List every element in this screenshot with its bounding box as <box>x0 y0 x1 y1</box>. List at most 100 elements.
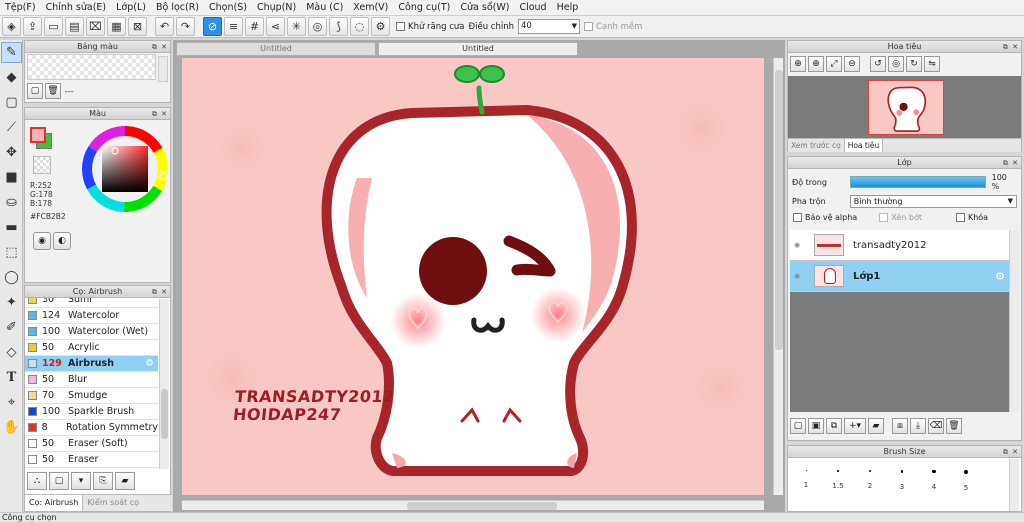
lasso-tool-icon[interactable]: ◯ <box>1 267 22 288</box>
brush-size-option[interactable]: 4 <box>918 470 950 492</box>
tab-brush-preview[interactable]: Xem trước cọ <box>788 139 844 152</box>
canvas-vertical-scrollbar[interactable] <box>773 58 783 495</box>
visibility-icon[interactable]: ◉ <box>790 272 804 280</box>
zoom-in-icon[interactable]: ⊕ <box>790 56 806 72</box>
new-layer-set-icon[interactable]: ⧉ <box>826 418 842 434</box>
undo-icon[interactable]: ↶ <box>155 17 174 36</box>
artwork-canvas[interactable]: TRANSADTY2012 HOIDAP247 <box>182 58 764 495</box>
comment-icon[interactable]: ▭ <box>44 17 63 36</box>
blend-select[interactable]: Bình thường ▼ <box>849 195 1017 208</box>
canvas-horizontal-scrollbar[interactable] <box>182 500 764 510</box>
protect-alpha-checkbox[interactable] <box>793 213 802 222</box>
gradient-tool-icon[interactable]: ▬ <box>1 217 22 238</box>
brush-copy-icon[interactable]: ⎘ <box>93 472 113 490</box>
soft-edge-checkbox[interactable] <box>583 22 593 31</box>
brush-folder-icon[interactable]: ▰ <box>115 472 135 490</box>
circle-snap-icon[interactable]: ◎ <box>308 17 327 36</box>
text-tool-icon[interactable]: T <box>1 367 22 388</box>
fill-rect-icon[interactable]: ■ <box>1 167 22 188</box>
opacity-slider[interactable] <box>849 176 986 188</box>
navigator-preview[interactable] <box>868 80 944 135</box>
rotate-left-icon[interactable]: ↺ <box>870 56 886 72</box>
line-tool-icon[interactable]: ⟋ <box>1 117 22 138</box>
brush-item[interactable]: 100 Sparkle Brush <box>25 404 158 420</box>
duplicate-layer-icon[interactable]: ⧈ <box>892 418 908 434</box>
brush-item[interactable]: 50 Blur <box>25 372 158 388</box>
brush-size-option[interactable]: 3 <box>886 470 918 492</box>
brush-size-option[interactable]: 2 <box>854 470 886 492</box>
curve-snap-icon[interactable]: ⟆ <box>329 17 348 36</box>
menu-item-0[interactable]: Tệp(F) <box>0 0 41 16</box>
new-layer-icon[interactable]: ▢ <box>790 418 806 434</box>
zoom-out-icon[interactable]: ⊖ <box>844 56 860 72</box>
layer-row-lop1[interactable]: ◉ Lớp1 ⚙ <box>790 261 1009 292</box>
brush-item[interactable]: 50 Eraser <box>25 452 158 468</box>
brush-options-icon[interactable]: ▾ <box>71 472 91 490</box>
new-brush-icon[interactable]: ▢ <box>49 472 69 490</box>
reset-rotation-icon[interactable]: ◎ <box>888 56 904 72</box>
menu-item-7[interactable]: Xem(V) <box>348 0 393 16</box>
grid-toggle-icon[interactable]: ▦ <box>107 17 126 36</box>
deselect-icon[interactable]: ⊠ <box>128 17 147 36</box>
visibility-icon[interactable]: ◉ <box>790 241 804 249</box>
menu-item-1[interactable]: Chỉnh sửa(E) <box>41 0 112 16</box>
menu-item-10[interactable]: Cloud <box>514 0 551 16</box>
brush-list-scrollbar[interactable] <box>159 299 169 469</box>
new-vector-layer-icon[interactable]: ▣ <box>808 418 824 434</box>
move-tool-icon[interactable]: ✥ <box>1 142 22 163</box>
brush-size-option[interactable]: 1 <box>790 470 822 492</box>
brush-item[interactable]: 8 Rotation Symmetry <box>25 420 158 436</box>
doc-tab-2[interactable]: Untitled <box>378 42 578 56</box>
swatch-scrollbar[interactable] <box>158 56 168 82</box>
lock-checkbox[interactable] <box>955 213 965 222</box>
adjust-select[interactable]: 40 ▼ <box>517 19 580 34</box>
crisscross-snap-icon[interactable]: # <box>245 17 264 36</box>
menu-item-2[interactable]: Lớp(L) <box>111 0 151 16</box>
fit-window-icon[interactable]: ⤢ <box>826 56 842 72</box>
color-palette-icon[interactable]: ◉ <box>33 232 51 250</box>
new-swatch-icon[interactable]: ▢ <box>27 83 43 99</box>
add-layer-options-icon[interactable]: +▾ <box>844 418 866 434</box>
select-pen-icon[interactable]: ✐ <box>1 317 22 338</box>
zoom-in-alt-icon[interactable]: ⊕ <box>808 56 824 72</box>
layer-list-scrollbar[interactable] <box>1009 230 1019 412</box>
brush-item[interactable]: 50 Acrylic <box>25 340 158 356</box>
brush-item[interactable]: 50 Eraser (Soft) <box>25 436 158 452</box>
snap-settings-icon[interactable]: ⚙ <box>371 17 390 36</box>
redo-icon[interactable]: ↷ <box>176 17 195 36</box>
bucket-tool-icon[interactable]: ⛀ <box>1 192 22 213</box>
brush-item[interactable]: 100 Watercolor (Wet) <box>25 324 158 340</box>
doc-tab-1[interactable]: Untitled <box>176 42 376 56</box>
merge-layer-icon[interactable]: ⤓ <box>910 418 926 434</box>
menu-item-5[interactable]: Chụp(N) <box>252 0 301 16</box>
clear-layer-icon[interactable]: ⌫ <box>928 418 944 434</box>
selection-mode-icon[interactable]: ◈ <box>2 17 21 36</box>
rotate-right-icon[interactable]: ↻ <box>906 56 922 72</box>
brush-settings-icon[interactable]: ⚙ <box>145 358 154 369</box>
menu-item-4[interactable]: Chọn(S) <box>204 0 252 16</box>
ellipse-snap-icon[interactable]: ◌ <box>350 17 369 36</box>
color-settings-icon[interactable]: ◐ <box>53 232 71 250</box>
main-color-swatch[interactable] <box>30 127 46 143</box>
export-icon[interactable]: ⇪ <box>23 17 42 36</box>
select-rect-icon[interactable]: ⬚ <box>1 242 22 263</box>
tab-navigator[interactable]: Hoa tiêu <box>843 139 884 152</box>
color-wheel[interactable] <box>80 124 170 214</box>
brush-item[interactable]: 70 Smudge <box>25 388 158 404</box>
brush-group-icon[interactable]: ⛬ <box>27 472 47 490</box>
menu-item-8[interactable]: Công cụ(T) <box>393 0 455 16</box>
menu-item-9[interactable]: Cửa sổ(W) <box>455 0 514 16</box>
pen-tool-icon[interactable]: ✎ <box>1 42 22 63</box>
menu-item-11[interactable]: Help <box>552 0 584 16</box>
eraser-tool-icon[interactable]: ◆ <box>1 67 22 88</box>
magic-wand-icon[interactable]: ✦ <box>1 292 22 313</box>
new-folder-icon[interactable]: ▰ <box>868 418 884 434</box>
swatch-grid[interactable] <box>27 54 156 80</box>
tab-brush[interactable]: Cọ: Airbrush <box>25 495 84 511</box>
vanishing-snap-icon[interactable]: ⋖ <box>266 17 285 36</box>
delete-layer-icon[interactable]: 🗑 <box>946 418 962 434</box>
antialias-checkbox[interactable] <box>396 22 405 31</box>
tab-brush-control[interactable]: Kiểm soát cọ <box>83 495 143 511</box>
brush-size-option[interactable]: 1.5 <box>822 470 854 492</box>
dropper-tool-icon[interactable]: ⌖ <box>1 392 22 413</box>
